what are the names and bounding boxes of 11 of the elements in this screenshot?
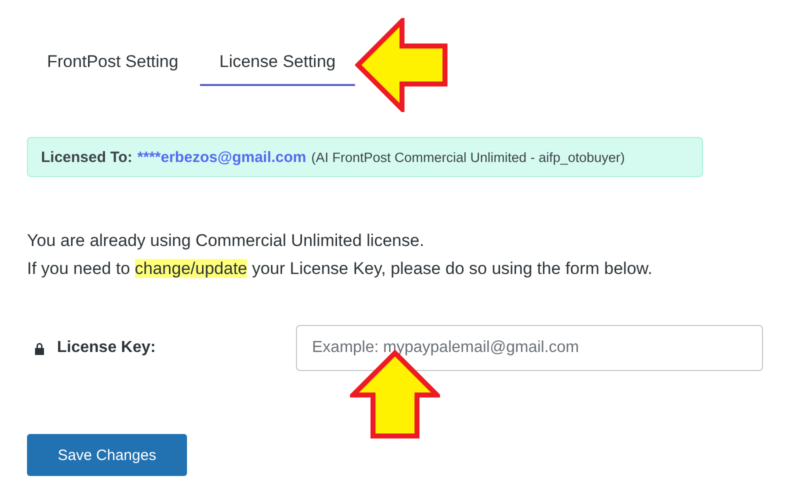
- lock-icon: [34, 342, 45, 354]
- licensed-to-label: Licensed To:: [41, 148, 132, 166]
- license-key-field[interactable]: Example: mypaypalemail@gmail.com: [296, 325, 763, 371]
- tab[interactable]: License Setting: [200, 50, 355, 86]
- license-plan: (AI FrontPost Commercial Unlimited - aifp_otobuyer): [311, 150, 625, 164]
- left-arrow-icon: [355, 18, 449, 112]
- tab[interactable]: FrontPost Setting: [47, 50, 180, 86]
- license-key-label: License Key:: [57, 339, 156, 357]
- save-changes-button[interactable]: Save Changes: [27, 434, 187, 476]
- license-message: You are already using Commercial Unlimited license. If you need to change/update your License Key, please do so using the form below.: [27, 230, 654, 280]
- license-email: ****erbezos@gmail.com: [137, 148, 306, 166]
